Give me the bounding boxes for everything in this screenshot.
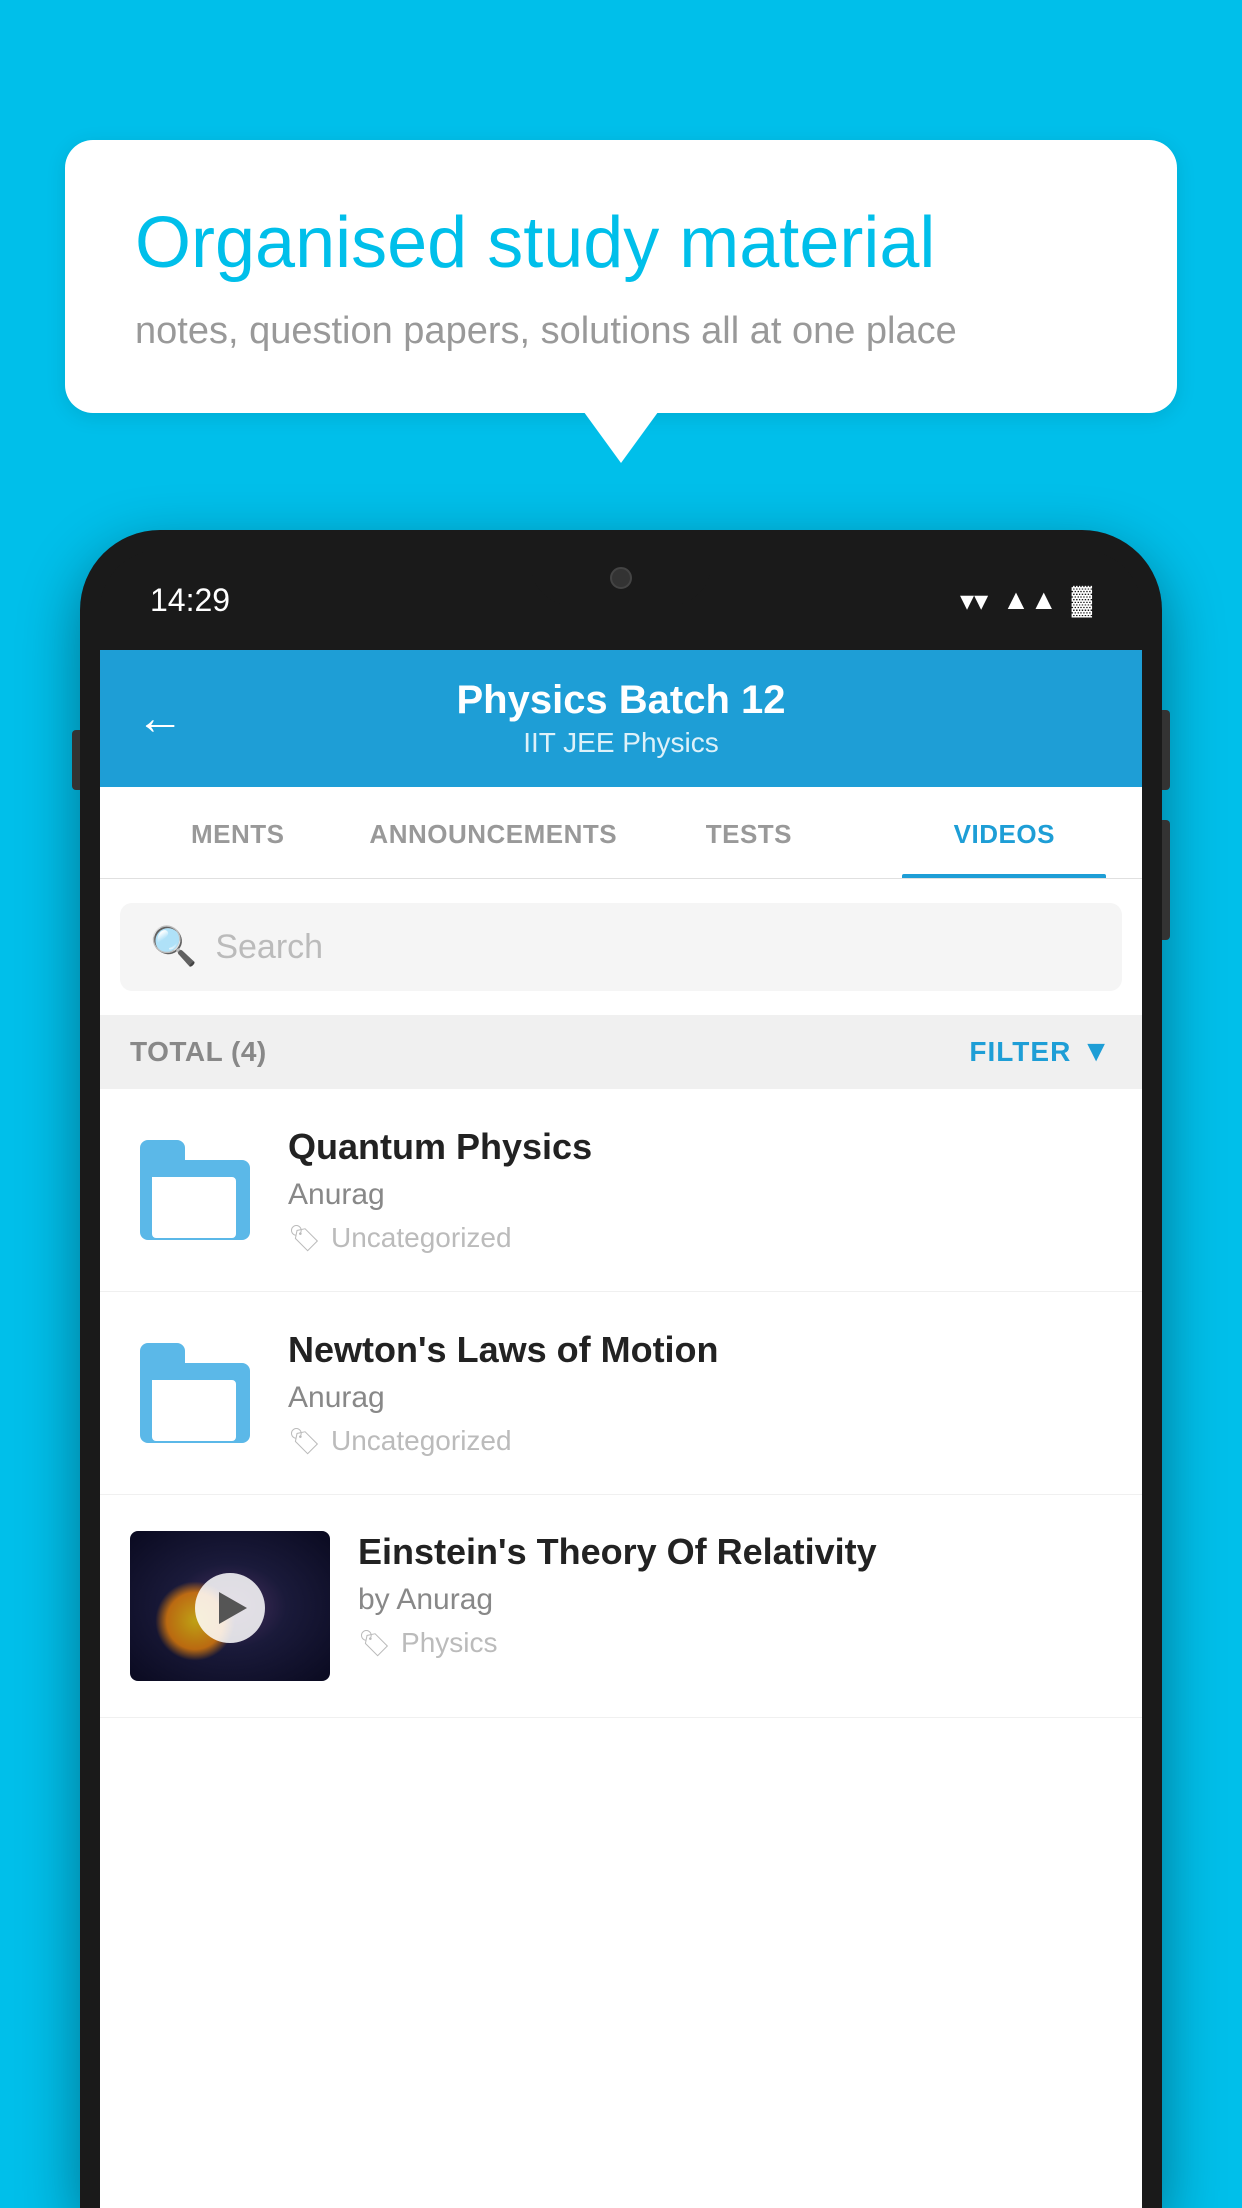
total-count: TOTAL (4) (130, 1036, 267, 1068)
search-bar[interactable]: 🔍 Search (120, 903, 1122, 991)
header-title: Physics Batch 12 IIT JEE Physics (456, 678, 785, 759)
play-icon (219, 1592, 247, 1624)
status-icons: ▾▾ ▲▲ ▓ (960, 584, 1092, 617)
speech-bubble-subtext: notes, question papers, solutions all at… (135, 310, 1107, 353)
speech-bubble-container: Organised study material notes, question… (65, 140, 1177, 413)
phone-notch (531, 550, 711, 605)
back-button[interactable]: ← (136, 691, 184, 746)
tab-tests[interactable]: TESTS (621, 787, 876, 878)
status-bar: 14:29 ▾▾ ▲▲ ▓ (100, 550, 1142, 650)
tag-icon: 🏷 (288, 1223, 321, 1254)
batch-meta: IIT JEE Physics (456, 727, 785, 759)
clock: 14:29 (150, 582, 230, 619)
folder-thumbnail (130, 1328, 260, 1458)
folder-thumbnail (130, 1125, 260, 1255)
tag-icon: 🏷 (288, 1426, 321, 1457)
video-info: Einstein's Theory Of Relativity by Anura… (358, 1531, 1112, 1659)
folder-icon (140, 1343, 250, 1443)
video-tag: 🏷 Uncategorized (288, 1425, 1112, 1457)
filter-button[interactable]: FILTER ▼ (969, 1035, 1112, 1069)
video-title: Quantum Physics (288, 1126, 1112, 1168)
volume-button (72, 730, 80, 790)
power-button-top (1162, 710, 1170, 790)
search-input[interactable]: Search (215, 928, 323, 967)
list-item[interactable]: Quantum Physics Anurag 🏷 Uncategorized (100, 1089, 1142, 1292)
battery-icon: ▓ (1072, 584, 1092, 616)
wifi-icon: ▾▾ (960, 584, 988, 617)
app-screen: ← Physics Batch 12 IIT JEE Physics MENTS… (100, 650, 1142, 2208)
power-button-bottom (1162, 820, 1170, 940)
batch-name: Physics Batch 12 (456, 678, 785, 723)
video-author: Anurag (288, 1381, 1112, 1415)
front-camera (610, 567, 632, 589)
tab-ments[interactable]: MENTS (110, 787, 365, 878)
list-item[interactable]: Newton's Laws of Motion Anurag 🏷 Uncateg… (100, 1292, 1142, 1495)
video-title: Newton's Laws of Motion (288, 1329, 1112, 1371)
filter-icon: ▼ (1081, 1035, 1112, 1069)
speech-bubble-heading: Organised study material (135, 200, 1107, 286)
signal-icon: ▲▲ (1002, 584, 1057, 616)
tab-announcements[interactable]: ANNOUNCEMENTS (365, 787, 621, 878)
app-header: ← Physics Batch 12 IIT JEE Physics (100, 650, 1142, 787)
video-title: Einstein's Theory Of Relativity (358, 1531, 1112, 1573)
video-info: Quantum Physics Anurag 🏷 Uncategorized (288, 1126, 1112, 1254)
tab-videos[interactable]: VIDEOS (877, 787, 1132, 878)
video-thumbnail (130, 1531, 330, 1681)
speech-bubble: Organised study material notes, question… (65, 140, 1177, 413)
video-list: Quantum Physics Anurag 🏷 Uncategorized (100, 1089, 1142, 1718)
list-item[interactable]: Einstein's Theory Of Relativity by Anura… (100, 1495, 1142, 1718)
video-tag: 🏷 Physics (358, 1627, 1112, 1659)
play-button[interactable] (195, 1573, 265, 1643)
video-author: Anurag (288, 1178, 1112, 1212)
tag-icon: 🏷 (358, 1628, 391, 1659)
folder-icon (140, 1140, 250, 1240)
tab-bar: MENTS ANNOUNCEMENTS TESTS VIDEOS (100, 787, 1142, 879)
video-info: Newton's Laws of Motion Anurag 🏷 Uncateg… (288, 1329, 1112, 1457)
video-author: by Anurag (358, 1583, 1112, 1617)
video-tag: 🏷 Uncategorized (288, 1222, 1112, 1254)
total-filter-bar: TOTAL (4) FILTER ▼ (100, 1015, 1142, 1089)
search-icon: 🔍 (150, 925, 197, 969)
phone-frame: 14:29 ▾▾ ▲▲ ▓ ← Physics Batch 12 IIT JEE… (80, 530, 1162, 2208)
